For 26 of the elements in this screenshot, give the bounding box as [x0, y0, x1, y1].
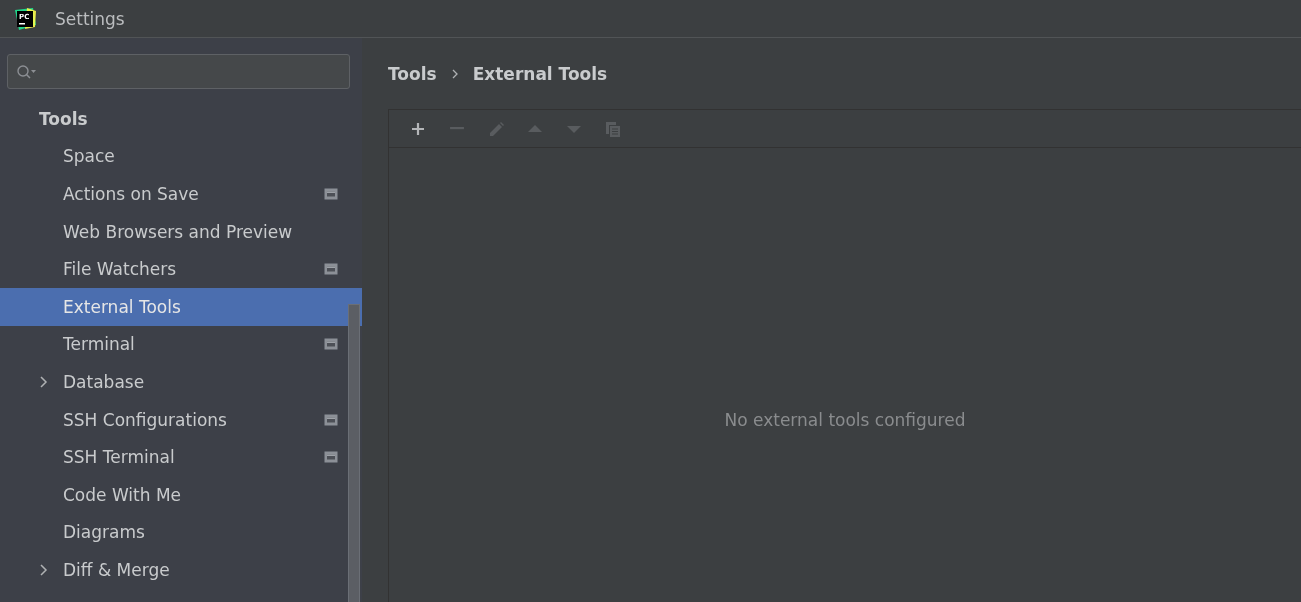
- sidebar-item[interactable]: Code With Me: [0, 475, 362, 514]
- sidebar-item[interactable]: Web Browsers and Preview: [0, 212, 362, 251]
- sidebar-group-item[interactable]: Tools: [0, 100, 362, 138]
- sidebar-item[interactable]: External Tools: [0, 287, 362, 326]
- chevron-right-icon: [39, 563, 49, 576]
- sidebar-item[interactable]: File Watchers: [0, 250, 362, 288]
- sidebar-item[interactable]: Actions on Save: [0, 175, 362, 213]
- sidebar-item[interactable]: Database: [0, 363, 362, 401]
- pencil-icon: [487, 120, 504, 137]
- sidebar-item[interactable]: Diff & Merge: [0, 551, 362, 589]
- sidebar-item[interactable]: Space: [0, 137, 362, 176]
- window-title: Settings: [55, 8, 125, 29]
- sidebar-item[interactable]: SSH Configurations: [0, 400, 362, 439]
- breadcrumb-item[interactable]: Tools: [388, 63, 437, 84]
- search-field[interactable]: [7, 54, 350, 89]
- sidebar-item[interactable]: Terminal: [0, 325, 362, 364]
- chevron-right-icon: [39, 375, 49, 388]
- chevron-right-icon: [450, 68, 459, 79]
- add-icon: [409, 120, 426, 137]
- scrollbar[interactable]: [348, 304, 360, 602]
- sidebar-item[interactable]: Diagrams: [0, 513, 362, 552]
- empty-message: No external tools configured: [724, 410, 966, 430]
- sidebar-item[interactable]: SSH Terminal: [0, 438, 362, 476]
- copy-icon: [604, 120, 621, 137]
- search-icon: [16, 63, 36, 80]
- breadcrumb-item[interactable]: External Tools: [472, 63, 608, 84]
